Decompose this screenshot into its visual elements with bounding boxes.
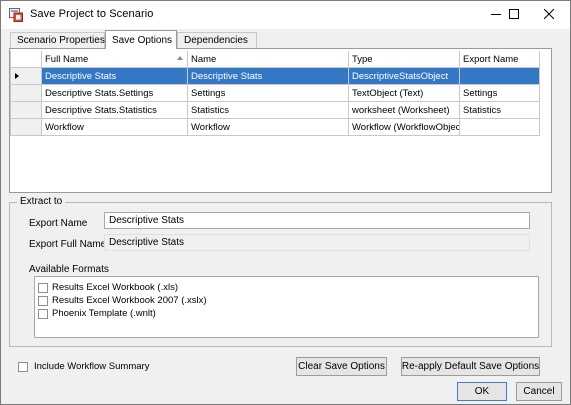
column-header-full-name[interactable]: Full Name: [42, 51, 188, 68]
group-title: Extract to: [17, 196, 66, 207]
cell-export-name[interactable]: Statistics: [460, 102, 540, 119]
column-header-name[interactable]: Name: [188, 51, 349, 68]
table-row[interactable]: Workflow Workflow Workflow (WorkflowObje…: [10, 119, 540, 136]
export-name-field[interactable]: Descriptive Stats: [104, 212, 530, 229]
column-header-label: Type: [352, 54, 373, 65]
cell-name[interactable]: Statistics: [188, 102, 349, 119]
format-checkbox-xlsx[interactable]: Results Excel Workbook 2007 (.xslx): [38, 294, 207, 307]
row-header[interactable]: [10, 68, 42, 85]
tab-scenario-properties[interactable]: Scenario Properties: [10, 32, 105, 49]
row-header[interactable]: [10, 85, 42, 102]
save-project-icon: [9, 8, 23, 22]
cell-name[interactable]: Workflow: [188, 119, 349, 136]
available-formats-list[interactable]: Results Excel Workbook (.xls) Results Ex…: [34, 276, 539, 338]
checkbox[interactable]: [38, 308, 48, 319]
save-project-dialog: Save Project to Scenario Scenario Proper…: [0, 0, 571, 405]
column-header-label: Export Name: [463, 54, 519, 65]
title-bar: Save Project to Scenario: [1, 1, 570, 29]
cell-full-name[interactable]: Descriptive Stats: [42, 68, 188, 85]
sort-ascending-icon: [177, 56, 183, 60]
row-header[interactable]: [10, 119, 42, 136]
cell-export-name[interactable]: [460, 68, 540, 85]
format-label: Phoenix Template (.wnlt): [52, 308, 156, 319]
tab-save-options[interactable]: Save Options: [105, 30, 177, 49]
table-row[interactable]: Descriptive Stats.Settings Settings Text…: [10, 85, 540, 102]
cell-name[interactable]: Settings: [188, 85, 349, 102]
cancel-button[interactable]: Cancel: [516, 382, 562, 401]
tab-label: Save Options: [112, 35, 173, 46]
include-workflow-summary-checkbox[interactable]: Include Workflow Summary: [18, 360, 149, 373]
reapply-default-save-options-button[interactable]: Re-apply Default Save Options: [401, 357, 540, 376]
tab-label: Dependencies: [184, 35, 248, 46]
export-full-name-label: Export Full Name: [29, 239, 107, 250]
cell-full-name[interactable]: Workflow: [42, 119, 188, 136]
close-icon: [543, 8, 555, 22]
row-pointer-icon: [15, 73, 19, 79]
checkbox[interactable]: [38, 295, 48, 306]
row-header-corner: [10, 51, 42, 68]
checkbox[interactable]: [18, 361, 28, 372]
save-options-panel: Full Name Name Type Export Name Descript…: [9, 48, 552, 193]
tab-dependencies[interactable]: Dependencies: [177, 32, 257, 49]
row-header[interactable]: [10, 102, 42, 119]
cell-type[interactable]: worksheet (Worksheet): [349, 102, 460, 119]
maximize-button[interactable]: [497, 1, 531, 29]
ok-button[interactable]: OK: [457, 382, 507, 401]
table-row[interactable]: Descriptive Stats.Statistics Statistics …: [10, 102, 540, 119]
format-label: Results Excel Workbook (.xls): [52, 282, 178, 293]
cell-full-name[interactable]: Descriptive Stats.Settings: [42, 85, 188, 102]
available-formats-label: Available Formats: [29, 264, 109, 275]
format-label: Results Excel Workbook 2007 (.xslx): [52, 295, 207, 306]
clear-save-options-button[interactable]: Clear Save Options: [296, 357, 387, 376]
export-full-name-field: Descriptive Stats: [104, 234, 530, 251]
cell-full-name[interactable]: Descriptive Stats.Statistics: [42, 102, 188, 119]
cell-export-name[interactable]: [460, 119, 540, 136]
close-button[interactable]: [532, 1, 566, 29]
table-row[interactable]: Descriptive Stats Descriptive Stats Desc…: [10, 68, 540, 85]
cell-type[interactable]: Workflow (WorkflowObject): [349, 119, 460, 136]
format-checkbox-wnlt[interactable]: Phoenix Template (.wnlt): [38, 307, 156, 320]
checkbox[interactable]: [38, 282, 48, 293]
window-title: Save Project to Scenario: [30, 8, 154, 20]
grid-header-row: Full Name Name Type Export Name: [10, 51, 540, 68]
column-header-label: Full Name: [45, 54, 89, 65]
export-name-label: Export Name: [29, 218, 88, 229]
cell-export-name[interactable]: Settings: [460, 85, 540, 102]
cell-type[interactable]: TextObject (Text): [349, 85, 460, 102]
cell-name[interactable]: Descriptive Stats: [188, 68, 349, 85]
cell-type[interactable]: DescriptiveStatsObject: [349, 68, 460, 85]
extract-to-group: Extract to Export Name Descriptive Stats…: [9, 196, 552, 347]
tab-label: Scenario Properties: [17, 35, 105, 46]
maximize-icon: [509, 8, 519, 22]
column-header-type[interactable]: Type: [349, 51, 460, 68]
column-header-label: Name: [191, 54, 217, 65]
column-header-export-name[interactable]: Export Name: [460, 51, 540, 68]
format-checkbox-xls[interactable]: Results Excel Workbook (.xls): [38, 281, 178, 294]
include-summary-label: Include Workflow Summary: [34, 361, 150, 372]
